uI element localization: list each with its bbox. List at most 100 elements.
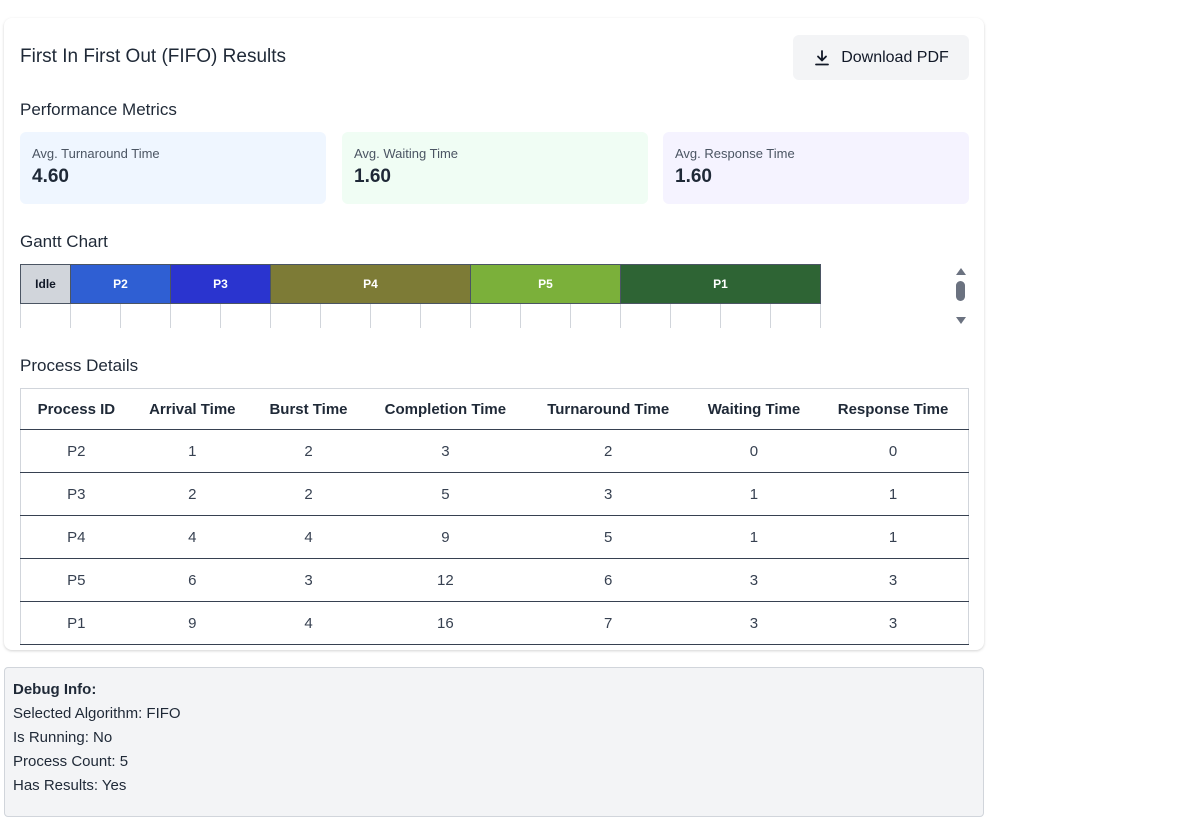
table-cell: 16 <box>364 601 527 645</box>
gantt-block-p4: P4 <box>270 264 470 304</box>
column-header: Response Time <box>818 388 970 430</box>
table-cell: 3 <box>818 558 970 602</box>
gantt-bar: Idle P2 P3 P4 P5 P1 <box>20 264 821 304</box>
gantt-tick <box>620 304 621 328</box>
table-cell: 1 <box>689 472 819 516</box>
table-cell: 1 <box>818 472 970 516</box>
gantt-tick <box>170 304 171 328</box>
table-cell: 9 <box>131 601 253 645</box>
process-table: Process ID Arrival Time Burst Time Compl… <box>19 388 970 645</box>
gantt-scrollbar[interactable] <box>955 266 967 326</box>
table-row: P2 1 2 3 2 0 0 <box>19 429 970 473</box>
gantt-block-p3: P3 <box>170 264 270 304</box>
metric-card-waiting: Avg. Waiting Time 1.60 <box>342 132 648 204</box>
debug-line: Has Results: Yes <box>13 777 127 794</box>
table-cell: P5 <box>19 558 132 602</box>
table-cell: 12 <box>364 558 527 602</box>
table-cell: 4 <box>252 601 365 645</box>
debug-line: Is Running: No <box>13 729 113 746</box>
performance-metrics-heading: Performance Metrics <box>20 100 177 119</box>
table-cell: 2 <box>526 429 690 473</box>
table-cell: 7 <box>526 601 690 645</box>
download-pdf-label: Download PDF <box>841 48 949 66</box>
metric-card-response: Avg. Response Time 1.60 <box>663 132 969 204</box>
gantt-tick <box>370 304 371 328</box>
table-cell: 0 <box>689 429 819 473</box>
gantt-tick <box>570 304 571 328</box>
metric-label: Avg. Response Time <box>675 146 795 161</box>
gantt-tick <box>120 304 121 328</box>
gantt-block-p1: P1 <box>620 264 821 304</box>
gantt-tick <box>470 304 471 328</box>
table-row: P4 4 4 9 5 1 1 <box>19 515 970 559</box>
scroll-down-icon[interactable] <box>956 317 966 324</box>
table-cell: 3 <box>364 429 527 473</box>
gantt-tick <box>670 304 671 328</box>
metric-value: 1.60 <box>675 166 712 187</box>
results-title: First In First Out (FIFO) Results <box>20 46 287 67</box>
table-cell: P4 <box>19 515 132 559</box>
table-row: P3 2 2 5 3 1 1 <box>19 472 970 516</box>
table-cell: 1 <box>689 515 819 559</box>
download-pdf-button[interactable]: Download PDF <box>793 35 969 80</box>
gantt-chart: Idle P2 P3 P4 P5 P1 <box>20 264 960 328</box>
column-header: Waiting Time <box>689 388 819 430</box>
gantt-tick <box>420 304 421 328</box>
debug-info-panel: Debug Info: Selected Algorithm: FIFO Is … <box>4 667 984 817</box>
table-cell: P3 <box>19 472 132 516</box>
table-cell: 5 <box>364 472 527 516</box>
metric-card-turnaround: Avg. Turnaround Time 4.60 <box>20 132 326 204</box>
gantt-tick <box>320 304 321 328</box>
column-header: Turnaround Time <box>526 388 690 430</box>
table-cell: 9 <box>364 515 527 559</box>
gantt-tick <box>720 304 721 328</box>
gantt-tick <box>220 304 221 328</box>
gantt-tick <box>770 304 771 328</box>
debug-line: Process Count: 5 <box>13 753 129 770</box>
metric-value: 4.60 <box>32 166 69 187</box>
table-cell: 4 <box>131 515 253 559</box>
table-row: P5 6 3 12 6 3 3 <box>19 558 970 602</box>
gantt-block-p2: P2 <box>70 264 170 304</box>
table-cell: 6 <box>131 558 253 602</box>
gantt-block-idle: Idle <box>20 264 70 304</box>
gantt-tick <box>20 304 21 328</box>
debug-heading: Debug Info: <box>13 681 97 698</box>
table-cell: 5 <box>526 515 690 559</box>
metric-label: Avg. Waiting Time <box>354 146 459 161</box>
table-cell: 3 <box>818 601 970 645</box>
results-card: First In First Out (FIFO) Results Downlo… <box>4 18 984 650</box>
gantt-tick <box>270 304 271 328</box>
gantt-tick <box>70 304 71 328</box>
column-header: Process ID <box>19 388 132 430</box>
gantt-chart-heading: Gantt Chart <box>20 232 108 251</box>
table-row: P1 9 4 16 7 3 3 <box>19 601 970 645</box>
debug-line: Selected Algorithm: FIFO <box>13 705 181 722</box>
table-cell: P2 <box>19 429 132 473</box>
table-cell: 6 <box>526 558 690 602</box>
table-cell: 0 <box>818 429 970 473</box>
column-header: Completion Time <box>364 388 527 430</box>
table-cell: 3 <box>252 558 365 602</box>
column-header: Arrival Time <box>131 388 253 430</box>
download-icon <box>813 49 831 67</box>
table-cell: 3 <box>689 558 819 602</box>
gantt-tick <box>820 304 821 328</box>
scroll-thumb[interactable] <box>956 281 965 301</box>
table-cell: P1 <box>19 601 132 645</box>
metric-label: Avg. Turnaround Time <box>32 146 160 161</box>
table-cell: 3 <box>689 601 819 645</box>
table-cell: 2 <box>131 472 253 516</box>
table-cell: 2 <box>252 429 365 473</box>
metric-value: 1.60 <box>354 166 391 187</box>
table-cell: 1 <box>131 429 253 473</box>
table-header-row: Process ID Arrival Time Burst Time Compl… <box>19 388 970 430</box>
table-cell: 4 <box>252 515 365 559</box>
table-cell: 3 <box>526 472 690 516</box>
process-details-heading: Process Details <box>20 356 139 375</box>
gantt-tick <box>520 304 521 328</box>
table-cell: 2 <box>252 472 365 516</box>
gantt-block-p5: P5 <box>470 264 620 304</box>
column-header: Burst Time <box>252 388 365 430</box>
scroll-up-icon[interactable] <box>956 268 966 275</box>
